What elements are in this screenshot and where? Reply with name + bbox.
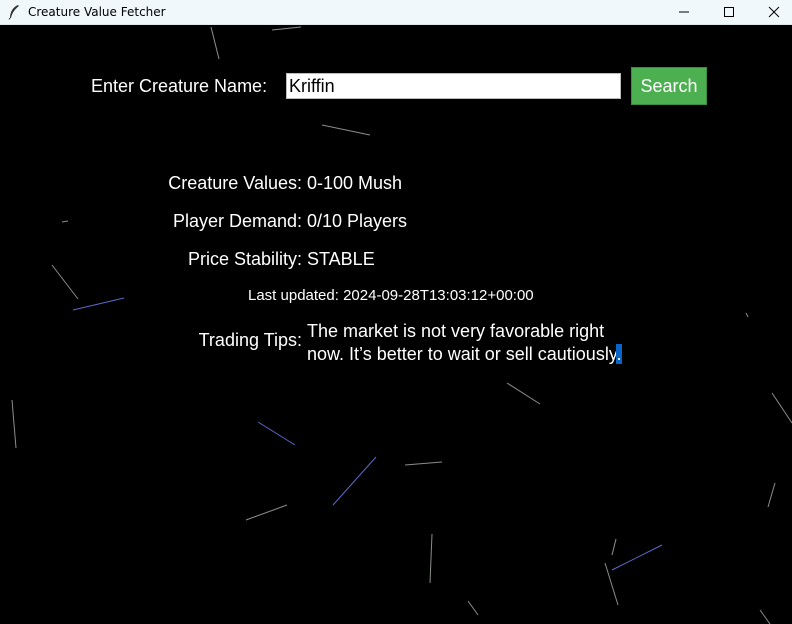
creature-name-input[interactable]: [286, 73, 621, 99]
maximize-button[interactable]: [707, 0, 751, 24]
price-stability-label: Price Stability:: [187, 249, 302, 269]
trading-tips-label: Trading Tips:: [198, 330, 302, 350]
trading-tips-text[interactable]: The market is not very favorable right n…: [307, 320, 647, 366]
creature-values-value: 0-100 Mush: [307, 173, 403, 193]
last-updated-text: Last updated: 2024-09-28T13:03:12+00:00: [248, 287, 534, 304]
trading-tips-line-2: now. It’s better to wait or sell cautiou…: [307, 344, 617, 364]
trading-tips-line-1: The market is not very favorable right: [307, 321, 605, 341]
maximize-icon: [724, 7, 734, 17]
search-button[interactable]: Search: [631, 67, 707, 105]
minimize-button[interactable]: [662, 0, 706, 24]
creature-name-label: Enter Creature Name:: [91, 76, 268, 96]
creature-values-label: Creature Values:: [168, 173, 302, 193]
price-stability-value: STABLE: [307, 249, 375, 269]
close-button[interactable]: [752, 0, 792, 24]
close-icon: [768, 6, 780, 18]
feather-icon: [8, 5, 19, 20]
app-window: Creature Value Fetcher Enter Creature Na…: [0, 0, 792, 624]
player-demand-value: 0/10 Players: [307, 211, 408, 231]
window-title: Creature Value Fetcher: [28, 5, 166, 19]
title-bar[interactable]: Creature Value Fetcher: [0, 0, 792, 25]
main-canvas: Enter Creature Name: Search Creature Val…: [0, 25, 792, 624]
player-demand-label: Player Demand:: [172, 211, 302, 231]
text-selection-highlight: .: [616, 344, 622, 364]
minimize-icon: [679, 11, 689, 13]
